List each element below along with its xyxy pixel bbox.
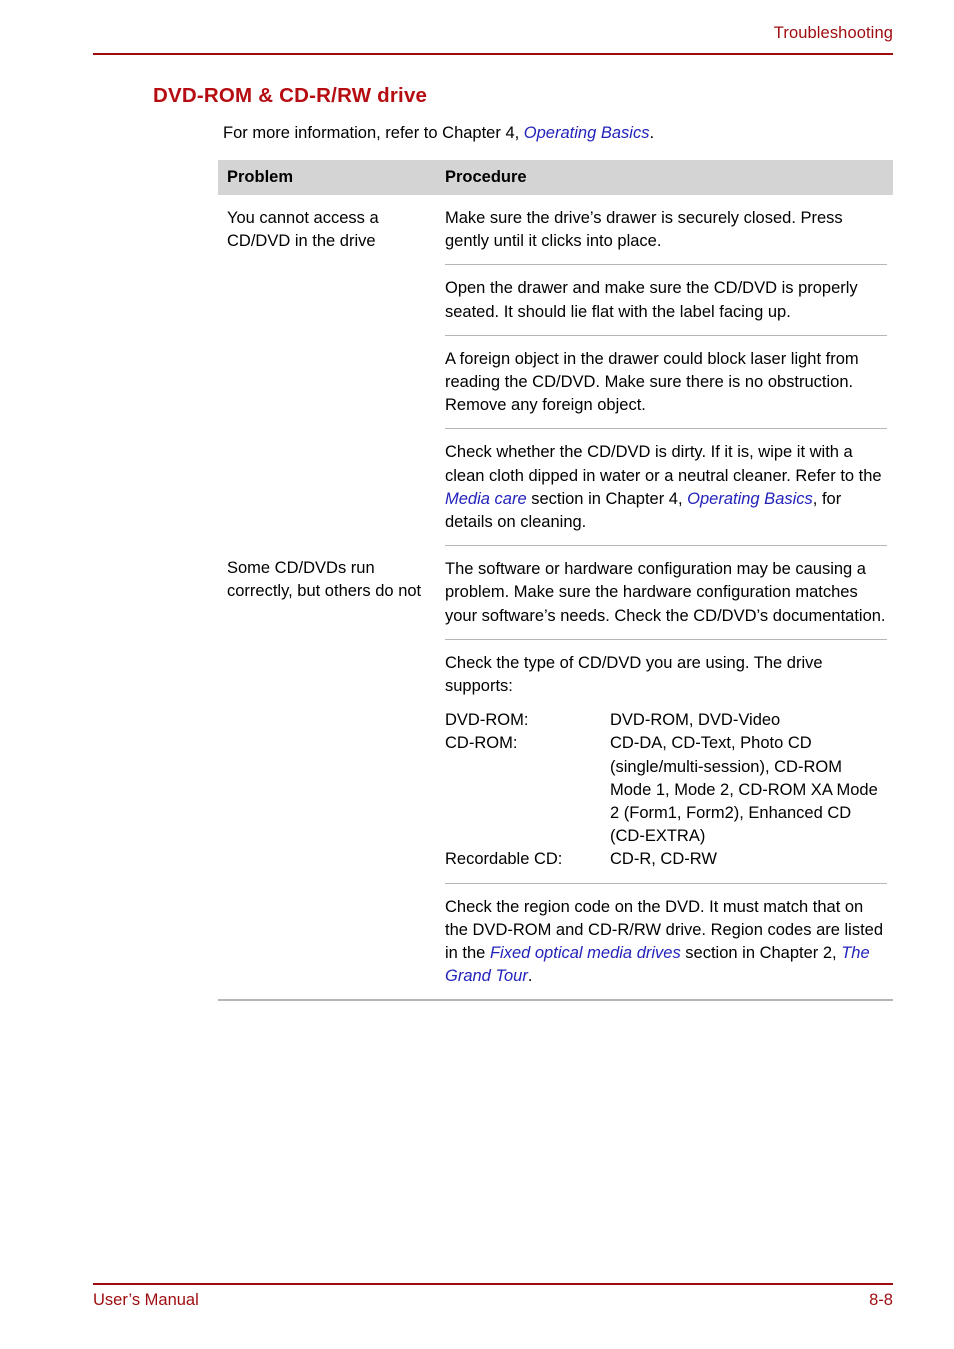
procedure-text: A foreign object in the drawer could blo… — [445, 349, 859, 415]
supported-media-list: DVD-ROM: DVD-ROM, DVD-Video CD-ROM: CD-D… — [445, 709, 887, 871]
column-header-problem: Problem — [227, 168, 294, 186]
troubleshooting-table: Problem Procedure You cannot access a CD… — [218, 160, 893, 1002]
table-bottom-rule-wrap — [218, 999, 893, 1002]
header-divider-rule — [93, 53, 893, 55]
procedure-text-part: section in Chapter 2, — [680, 944, 842, 963]
cross-reference-link-media-care[interactable]: Media care — [445, 490, 527, 508]
page-footer: User’s Manual 8-8 — [93, 1291, 893, 1310]
intro-text-before: For more information, refer to Chapter 4… — [223, 124, 524, 142]
footer-divider-rule — [93, 1283, 893, 1285]
cell-procedure: Make sure the drive’s drawer is securely… — [440, 195, 893, 545]
cell-problem: You cannot access a CD/DVD in the drive — [227, 209, 379, 251]
intro-paragraph: For more information, refer to Chapter 4… — [223, 122, 893, 145]
spec-row: Recordable CD: CD-R, CD-RW — [445, 848, 887, 871]
cross-reference-link-operating-basics[interactable]: Operating Basics — [524, 124, 650, 142]
cross-reference-link-fixed-optical-media-drives[interactable]: Fixed optical media drives — [490, 944, 681, 962]
procedure-item: Make sure the drive’s drawer is securely… — [445, 195, 887, 264]
procedure-item: The software or hardware configuration m… — [445, 545, 887, 639]
cross-reference-link-operating-basics[interactable]: Operating Basics — [687, 490, 813, 508]
procedure-item: Check the type of CD/DVD you are using. … — [445, 638, 887, 883]
procedure-item: Open the drawer and make sure the CD/DVD… — [445, 264, 887, 334]
footer-manual-label: User’s Manual — [93, 1291, 199, 1309]
procedure-text-part: section in Chapter 4, — [526, 489, 688, 508]
procedure-text: Open the drawer and make sure the CD/DVD… — [445, 279, 858, 321]
table-bottom-rule — [218, 999, 893, 1002]
spec-value: CD-DA, CD-Text, Photo CD (single/multi-s… — [610, 734, 878, 846]
cell-problem: Some CD/DVDs run correctly, but others d… — [227, 559, 422, 601]
procedure-item: Check the region code on the DVD. It mus… — [445, 882, 887, 1000]
table-body: You cannot access a CD/DVD in the drive … — [218, 195, 893, 1002]
spec-label: DVD-ROM: — [445, 711, 529, 730]
procedure-item: Check whether the CD/DVD is dirty. If it… — [445, 428, 887, 545]
page-title: DVD-ROM & CD-R/RW drive — [153, 84, 428, 107]
spec-label: CD-ROM: — [445, 734, 518, 753]
table-row: You cannot access a CD/DVD in the drive … — [218, 195, 893, 545]
procedure-text-part: Check whether the CD/DVD is dirty. If it… — [445, 443, 882, 485]
procedure-text: The software or hardware configuration m… — [445, 560, 886, 625]
procedure-text-part: . — [527, 967, 533, 986]
procedure-text: Make sure the drive’s drawer is securely… — [445, 209, 843, 251]
spec-value: DVD-ROM, DVD-Video — [610, 711, 781, 730]
spec-row: CD-ROM: CD-DA, CD-Text, Photo CD (single… — [445, 732, 887, 848]
table-header-row: Problem Procedure — [218, 160, 893, 195]
column-header-procedure: Procedure — [445, 168, 527, 186]
procedure-text: Check the type of CD/DVD you are using. … — [445, 653, 823, 696]
cell-procedure: The software or hardware configuration m… — [440, 545, 893, 999]
running-header-title: Troubleshooting — [773, 24, 893, 42]
footer-page-number: 8-8 — [869, 1291, 893, 1309]
intro-text-after: . — [649, 124, 655, 142]
running-header: Troubleshooting — [93, 24, 893, 43]
table-row: Some CD/DVDs run correctly, but others d… — [218, 545, 893, 999]
spec-row: DVD-ROM: DVD-ROM, DVD-Video — [445, 709, 887, 732]
spec-value: CD-R, CD-RW — [610, 850, 717, 869]
procedure-item: A foreign object in the drawer could blo… — [445, 334, 887, 429]
document-page: Troubleshooting DVD-ROM & CD-R/RW drive … — [0, 0, 954, 1349]
spec-label: Recordable CD: — [445, 850, 563, 869]
